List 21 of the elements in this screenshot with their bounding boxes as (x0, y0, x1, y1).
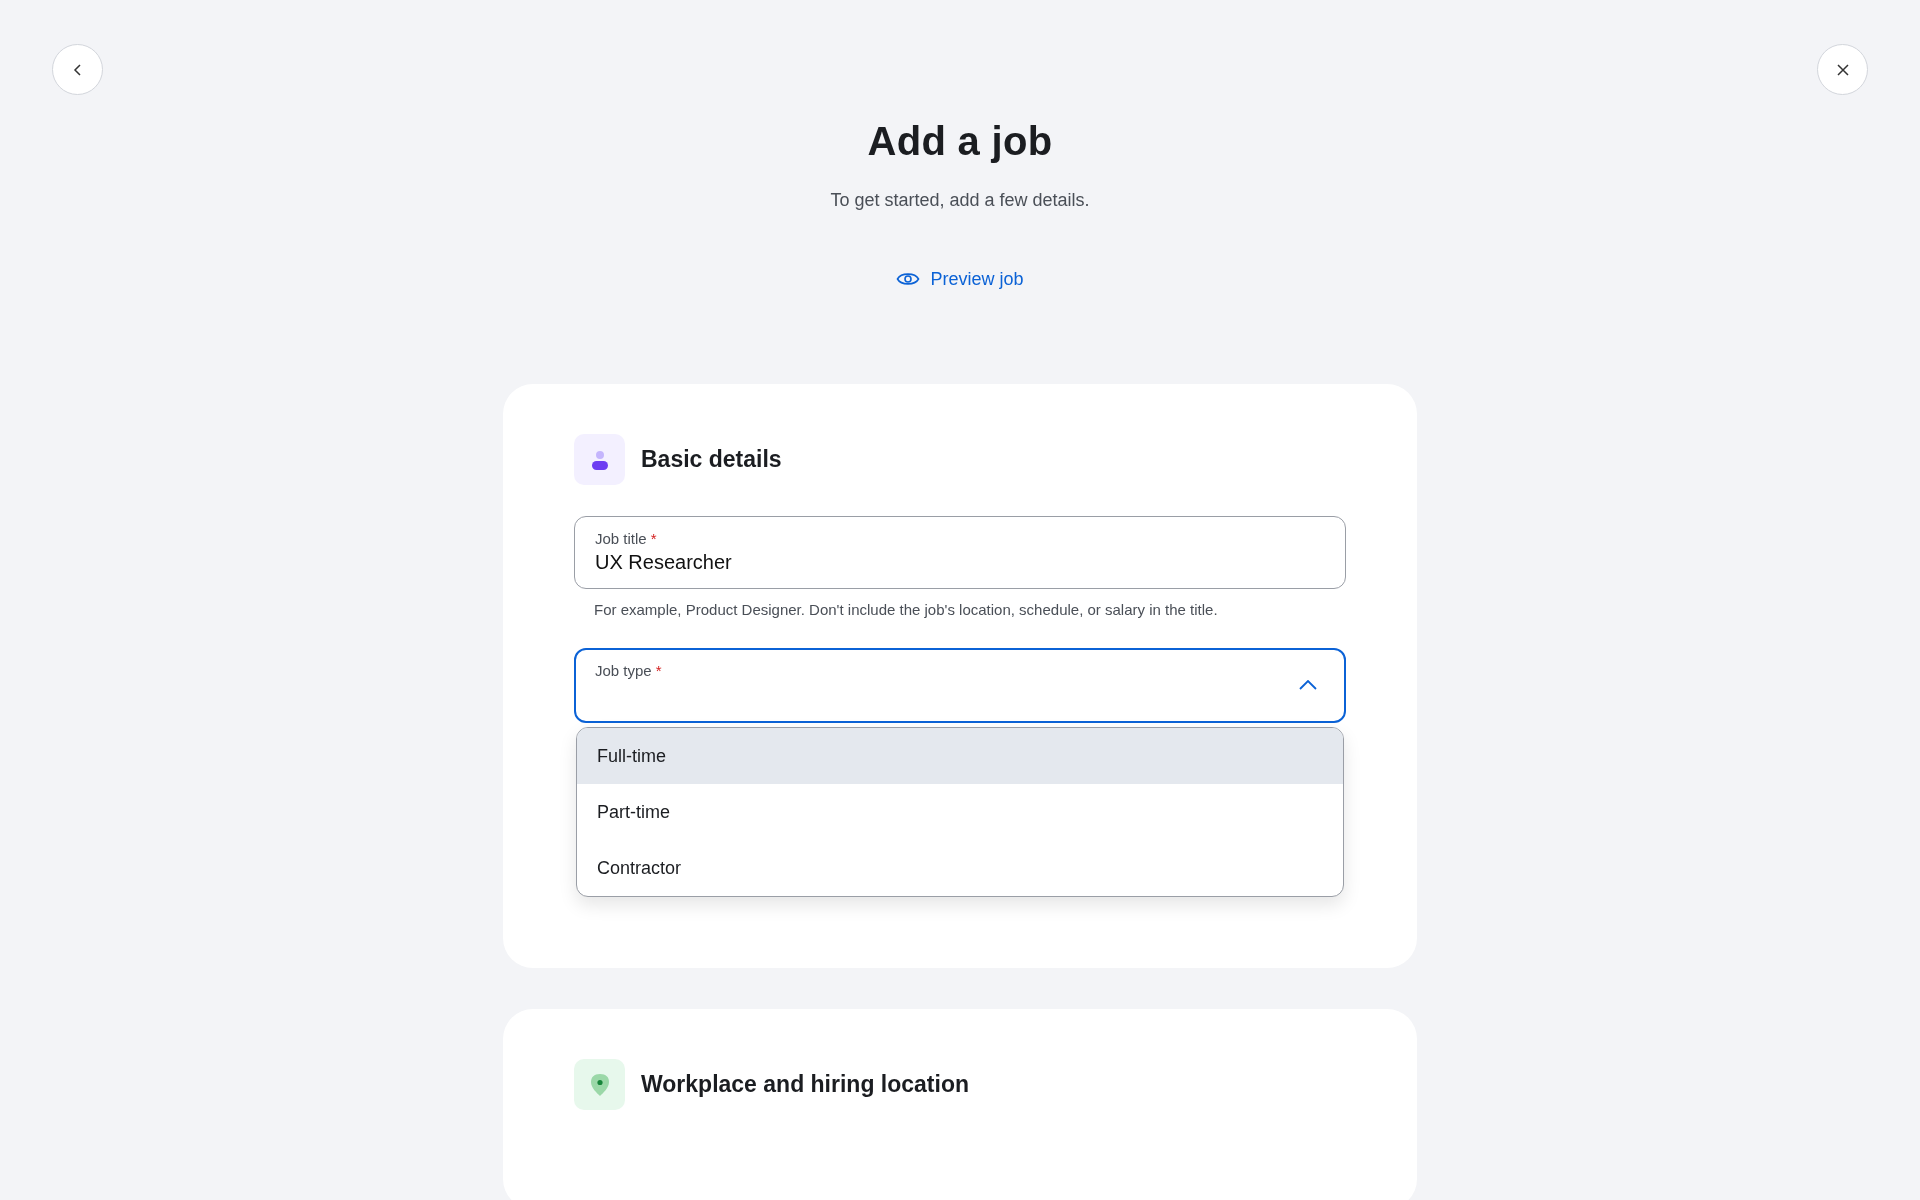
required-mark: * (650, 530, 657, 547)
helper-text: For example, Product Designer. Don't include the job's location, schedule, or salary in the title. (594, 601, 1219, 618)
text-field[interactable]: Job title * UX Researcher (574, 516, 1346, 589)
page-subtitle: To get started, add a few details. (830, 189, 1090, 212)
required-mark: * (655, 662, 662, 679)
dropdown-option[interactable]: Full-time (577, 728, 1343, 784)
section-title: Workplace and hiring location (641, 1071, 969, 1098)
page-title: Add a job (867, 118, 1053, 165)
section-title: Basic details (641, 446, 782, 473)
close-button[interactable] (1817, 44, 1868, 95)
preview-link[interactable]: Preview job (896, 267, 1024, 291)
select-field[interactable]: Job type * (574, 648, 1346, 723)
field-label: Job type (595, 662, 652, 679)
dropdown-option[interactable]: Part-time (577, 784, 1343, 840)
field-value: UX Researcher (595, 551, 733, 574)
close-icon (1835, 62, 1850, 77)
location-pin-icon (588, 1072, 611, 1097)
chevron-up-icon (1299, 680, 1317, 690)
back-button[interactable] (52, 44, 103, 95)
field-label: Job title (595, 530, 647, 547)
dropdown-option[interactable]: Contractor (577, 840, 1343, 896)
